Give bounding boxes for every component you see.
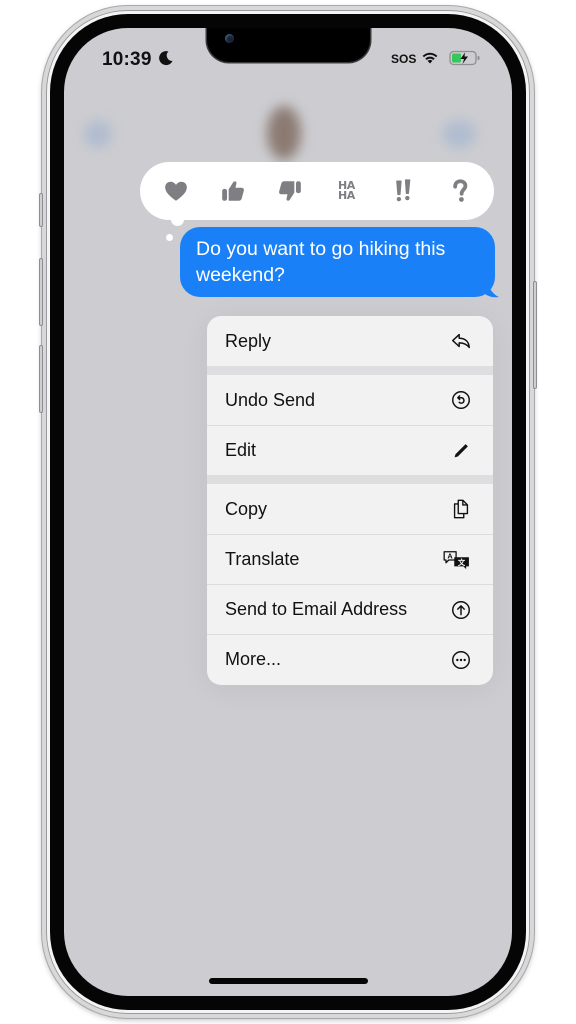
blurred-video-button	[442, 120, 476, 148]
blurred-back-button	[84, 120, 112, 148]
menu-item-translate[interactable]: Translate A文	[207, 534, 493, 584]
action-button	[39, 193, 43, 227]
svg-text:文: 文	[457, 558, 466, 567]
arrow-up-circle-icon	[452, 600, 470, 619]
home-indicator[interactable]	[209, 978, 368, 984]
moon-icon	[159, 51, 173, 66]
tapback-thumbs-up[interactable]	[215, 173, 251, 209]
svg-text:A: A	[447, 551, 453, 560]
menu-item-label: Reply	[225, 330, 272, 351]
front-camera	[225, 34, 234, 43]
menu-item-undo-send[interactable]: Undo Send	[207, 375, 493, 425]
tapback-bubble-dot-small	[166, 234, 173, 241]
menu-item-copy[interactable]: Copy	[207, 484, 493, 534]
menu-item-edit[interactable]: Edit	[207, 425, 493, 475]
thumbs-up-icon	[221, 181, 244, 201]
pencil-icon	[454, 443, 468, 457]
menu-item-label: Translate	[225, 549, 300, 569]
notch	[207, 28, 370, 62]
message-bubble[interactable]: Do you want to go hiking this weekend?	[180, 227, 495, 297]
heart-icon	[165, 181, 187, 201]
menu-item-label: Send to Email Address	[225, 599, 408, 619]
tapback-thumbs-down[interactable]	[272, 173, 308, 209]
message-bubble-tail	[484, 279, 499, 298]
message-text: Do you want to go hiking this weekend?	[196, 238, 446, 286]
tapback-question[interactable]	[442, 173, 478, 209]
blurred-contact-avatar	[267, 106, 301, 160]
menu-item-reply[interactable]: Reply	[207, 316, 493, 366]
menu-separator	[207, 475, 493, 484]
copy-icon	[453, 499, 469, 519]
tapback-exclamation[interactable]	[385, 173, 421, 209]
double-exclamation-icon	[396, 179, 411, 202]
menu-item-label: Edit	[225, 440, 257, 460]
menu-item-label: Copy	[225, 498, 268, 519]
tapback-bar: HA HA	[140, 162, 494, 220]
ellipsis-circle-icon	[452, 650, 470, 669]
translate-icon: A文	[443, 550, 469, 569]
power-button	[533, 281, 537, 389]
question-icon	[453, 179, 468, 202]
menu-item-send-to-email[interactable]: Send to Email Address	[207, 584, 493, 634]
tapback-bubble-dot	[171, 213, 184, 226]
tapback-haha[interactable]: HA HA	[328, 173, 364, 209]
reply-icon	[452, 333, 470, 349]
tapback-heart[interactable]	[158, 173, 194, 209]
menu-item-label: More...	[225, 649, 282, 669]
volume-down-button	[39, 345, 43, 413]
wifi-icon	[422, 52, 438, 64]
haha-icon: HA HA	[338, 180, 355, 202]
menu-separator	[207, 366, 493, 375]
undo-circle-icon	[452, 391, 470, 409]
status-time: 10:39	[102, 49, 152, 70]
screen: 10:39 SOS HA HA Do you want to go hiking…	[64, 28, 512, 996]
volume-up-button	[39, 258, 43, 326]
context-menu: Reply Undo Send Edit Copy Translate A文 S…	[207, 316, 493, 685]
menu-item-more[interactable]: More...	[207, 634, 493, 684]
haha-bottom: HA	[338, 189, 355, 202]
carrier-sos: SOS	[391, 52, 417, 66]
menu-item-label: Undo Send	[225, 389, 316, 410]
thumbs-down-icon	[278, 181, 301, 201]
battery-charging-icon	[449, 50, 480, 66]
